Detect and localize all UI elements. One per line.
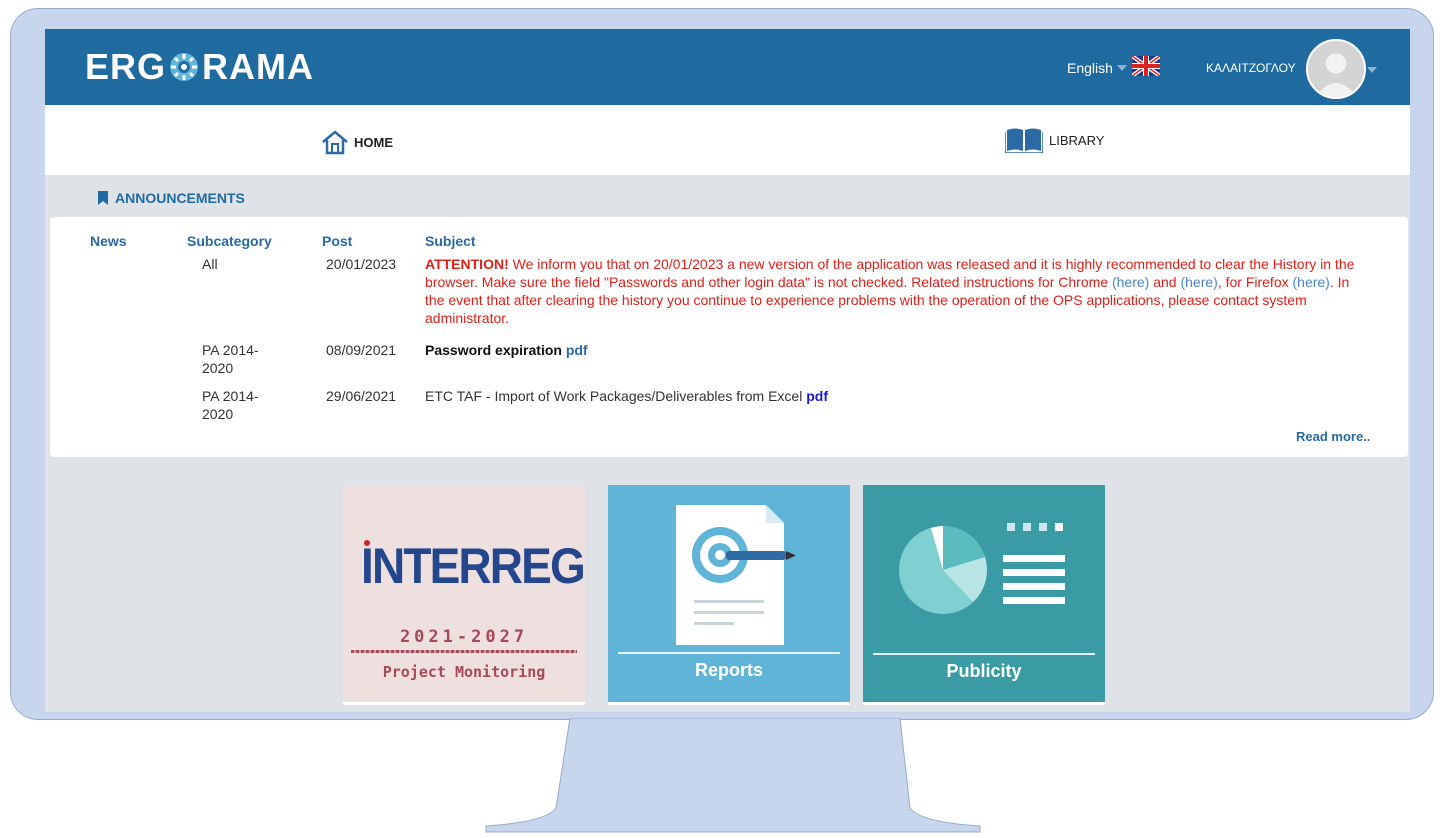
row3-subject: ETC TAF - Import of Work Packages/Delive… — [425, 387, 828, 405]
app-screen: ERG RAMA English ΚΑΛΑΙΤΖΟΓΛΟΥ HOME LIBRA… — [45, 29, 1410, 712]
row3-subcategory: PA 2014- 2020 — [202, 387, 259, 423]
row2-pdf-link[interactable]: pdf — [566, 342, 588, 358]
user-silhouette-icon — [1308, 41, 1364, 97]
nav-bar: HOME LIBRARY — [45, 105, 1410, 175]
row1-subject: ATTENTION! We inform you that on 20/01/2… — [425, 255, 1355, 327]
row1-text-2: and — [1149, 274, 1181, 290]
interreg-years: 2021-2027 — [399, 627, 529, 647]
interreg-red-dot — [364, 540, 370, 546]
row2-post-date: 08/09/2021 — [326, 342, 397, 358]
user-menu-caret-icon[interactable] — [1367, 67, 1377, 73]
publicity-divider — [873, 653, 1095, 655]
row3-subject-text: ETC TAF - Import of Work Packages/Delive… — [425, 388, 803, 404]
pie-chart-icon — [899, 523, 1065, 614]
chrome-link-2[interactable]: (here) — [1180, 274, 1217, 290]
row2-subcategory: PA 2014- 2020 — [202, 341, 259, 377]
monitor-stand — [485, 718, 981, 833]
project-monitoring-caption: Project Monitoring — [382, 663, 546, 681]
read-more-link[interactable]: Read more.. — [1296, 429, 1370, 444]
row1-post-date: 20/01/2023 — [326, 256, 397, 272]
chrome-link-1[interactable]: (here) — [1112, 274, 1149, 290]
user-name[interactable]: ΚΑΛΑΙΤΖΟΓΛΟΥ — [1206, 61, 1296, 75]
column-header-post: Post — [322, 233, 353, 249]
firefox-link[interactable]: (here) — [1293, 274, 1330, 290]
report-document-icon — [676, 505, 796, 645]
column-header-subcategory: Subcategory — [187, 233, 272, 249]
language-selector[interactable]: English — [1067, 60, 1113, 76]
row2-subcategory-line1: PA 2014- — [202, 342, 259, 358]
book-icon — [1005, 128, 1043, 153]
row3-post-date: 29/06/2021 — [326, 388, 397, 404]
top-bar: ERG RAMA English ΚΑΛΑΙΤΖΟΓΛΟΥ — [45, 29, 1410, 105]
row2-subject: Password expiration pdf — [425, 341, 588, 359]
logo-text-right: RAMA — [202, 46, 314, 87]
announcements-title: ANNOUNCEMENTS — [115, 190, 245, 206]
row2-subcategory-line2: 2020 — [202, 360, 234, 376]
reports-divider — [618, 652, 840, 654]
nav-home[interactable]: HOME — [320, 129, 393, 155]
nav-home-label: HOME — [354, 134, 393, 150]
bookmark-icon — [98, 191, 108, 205]
announcements-panel: News Subcategory Post Subject All 20/01/… — [50, 217, 1408, 457]
tile-publicity[interactable]: Publicity — [863, 485, 1105, 705]
gear-icon — [170, 53, 199, 81]
announcements-header: ANNOUNCEMENTS — [97, 190, 245, 206]
column-header-news: News — [90, 233, 127, 249]
uk-flag-icon[interactable] — [1132, 56, 1160, 76]
nav-library[interactable]: LIBRARY — [1005, 127, 1104, 153]
row3-subcategory-line2: 2020 — [202, 406, 234, 422]
nav-library-label: LIBRARY — [1049, 132, 1105, 148]
language-caret-icon[interactable] — [1117, 65, 1127, 71]
row3-pdf-link[interactable]: pdf — [806, 388, 828, 404]
column-header-subject: Subject — [425, 233, 476, 249]
interreg-logo: INTERREG — [361, 538, 586, 594]
row1-subcategory: All — [202, 256, 218, 272]
reports-caption: Reports — [694, 660, 763, 680]
logo-text-left: ERG — [85, 46, 167, 87]
row2-subject-text: Password expiration — [425, 342, 562, 358]
tile-reports[interactable]: Reports — [608, 485, 850, 705]
home-icon — [322, 130, 348, 155]
tile-project-monitoring[interactable]: INTERREG 2021-2027 Project Monitoring — [343, 485, 586, 705]
ergorama-logo[interactable]: ERG RAMA — [85, 46, 314, 87]
row1-text-3: , for Firefox — [1217, 274, 1293, 290]
row3-subcategory-line1: PA 2014- — [202, 388, 259, 404]
interreg-divider — [351, 650, 577, 653]
avatar[interactable] — [1306, 39, 1366, 99]
publicity-caption: Publicity — [946, 661, 1022, 681]
attention-label: ATTENTION! — [425, 256, 509, 272]
